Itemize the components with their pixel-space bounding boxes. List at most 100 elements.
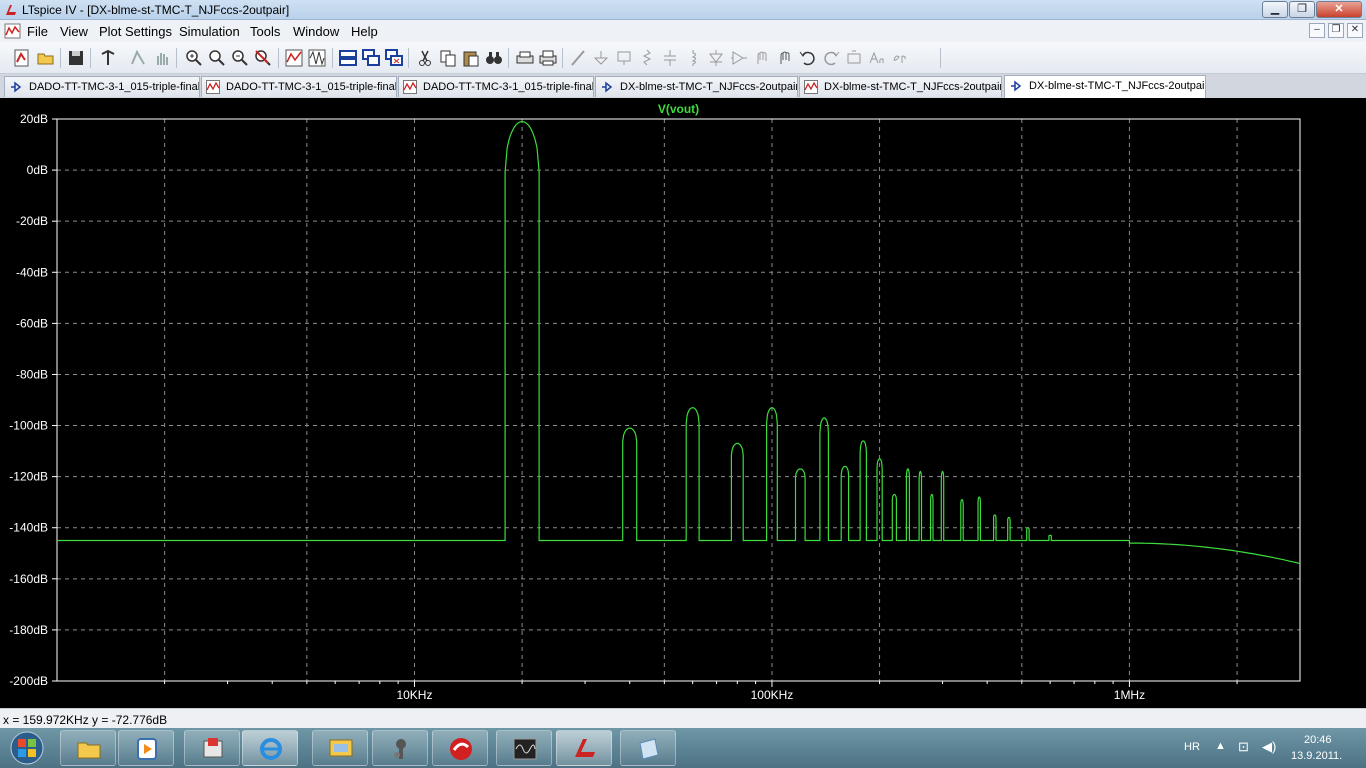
y-tick-label: -180dB	[9, 623, 48, 637]
zoom-cancel-icon[interactable]	[253, 48, 273, 68]
copy-icon[interactable]	[438, 48, 458, 68]
open-icon[interactable]	[36, 48, 56, 68]
y-tick-label: -20dB	[16, 214, 48, 228]
cut-icon[interactable]	[415, 48, 435, 68]
clock-time[interactable]: 20:46	[1304, 734, 1332, 746]
taskbar-app-6[interactable]	[372, 730, 428, 766]
inductor-icon[interactable]	[683, 48, 703, 68]
tab-dx-schematic-1[interactable]: DX-blme-st-TMC-T_NJFccs-2outpair	[595, 76, 798, 97]
close-button[interactable]: ✕	[1316, 1, 1362, 18]
tile-horizontal-icon[interactable]	[338, 48, 358, 68]
undo-icon[interactable]	[798, 48, 818, 68]
schematic-icon	[1011, 80, 1022, 92]
menu-view[interactable]: View	[60, 24, 88, 39]
spectrum-trace	[57, 120, 1301, 565]
document-tab-bar: DADO-TT-TMC-3-1_015-triple-final DADO-TT…	[0, 74, 1366, 98]
taskbar-app-8[interactable]	[496, 730, 552, 766]
autorange-icon[interactable]	[284, 48, 304, 68]
menu-tools[interactable]: Tools	[250, 24, 280, 39]
oscilloscope-icon	[513, 738, 537, 760]
label-icon[interactable]	[614, 48, 634, 68]
y-tick-label: -200dB	[9, 674, 48, 688]
taskbar-ltspice[interactable]	[556, 730, 612, 766]
find-icon[interactable]	[484, 48, 504, 68]
cascade-icon[interactable]	[361, 48, 381, 68]
paste-icon[interactable]	[461, 48, 481, 68]
disc-icon	[450, 738, 472, 760]
tab-dado-schematic[interactable]: DADO-TT-TMC-3-1_015-triple-final	[4, 76, 200, 97]
taskbar-app-5[interactable]	[312, 730, 368, 766]
taskbar-app-7[interactable]	[432, 730, 488, 766]
y-tick-label: -80dB	[16, 367, 48, 381]
menu-simulation[interactable]: Simulation	[179, 24, 240, 39]
menu-help[interactable]: Help	[351, 24, 378, 39]
waveform-icon	[403, 80, 417, 94]
control-panel-icon[interactable]	[98, 48, 118, 68]
trace-label: V(vout)	[658, 102, 699, 116]
rotate-icon[interactable]	[844, 48, 864, 68]
print-icon[interactable]	[538, 48, 558, 68]
zoom-area-icon[interactable]	[207, 48, 227, 68]
language-indicator[interactable]: HR	[1184, 741, 1200, 753]
close-windows-icon[interactable]	[384, 48, 404, 68]
text-icon[interactable]	[867, 48, 887, 68]
waveform-plot-pane[interactable]: 20dB 0dB -20dB -40dB -60dB -80dB -100dB -120dB -…	[0, 98, 1366, 708]
notepad-icon	[639, 738, 659, 760]
taskbar-media-player[interactable]	[118, 730, 174, 766]
tab-dx-schematic-active[interactable]: DX-blme-st-TMC-T_NJFccs-2outpair	[1004, 75, 1206, 98]
document-menu-icon[interactable]	[4, 23, 21, 39]
drag-icon[interactable]	[775, 48, 795, 68]
ground-icon[interactable]	[591, 48, 611, 68]
mdi-restore-button[interactable]: ❐	[1328, 23, 1344, 38]
capacitor-icon[interactable]	[660, 48, 680, 68]
zoom-in-icon[interactable]	[184, 48, 204, 68]
halt-icon[interactable]	[152, 48, 172, 68]
zoom-out-icon[interactable]	[230, 48, 250, 68]
taskbar-app-10[interactable]	[620, 730, 676, 766]
spice-directive-icon[interactable]	[890, 48, 910, 68]
installer-icon	[203, 738, 223, 758]
y-tick-label: -120dB	[9, 470, 48, 484]
menu-plot-settings[interactable]: Plot Settings	[99, 24, 172, 39]
run-icon[interactable]	[128, 48, 148, 68]
spectrum-chart[interactable]: 20dB 0dB -20dB -40dB -60dB -80dB -100dB -120dB -…	[0, 98, 1366, 708]
component-icon[interactable]	[729, 48, 749, 68]
tab-dado-waveform-1[interactable]: DADO-TT-TMC-3-1_015-triple-final	[201, 76, 397, 97]
show-hidden-icons-icon[interactable]: ▲	[1215, 740, 1226, 752]
resistor-icon[interactable]	[637, 48, 657, 68]
volume-icon[interactable]: ◀)	[1262, 739, 1276, 755]
redo-icon[interactable]	[821, 48, 841, 68]
status-bar: x = 159.972KHz y = -72.776dB	[0, 708, 1366, 728]
move-icon[interactable]	[752, 48, 772, 68]
waveform-icon	[804, 80, 818, 94]
taskbar-app-3[interactable]	[184, 730, 240, 766]
menu-window[interactable]: Window	[293, 24, 339, 39]
x-tick-label: 100KHz	[751, 688, 794, 702]
taskbar-explorer[interactable]	[60, 730, 116, 766]
wire-icon[interactable]	[568, 48, 588, 68]
start-button[interactable]	[3, 730, 51, 766]
print-setup-icon[interactable]	[515, 48, 535, 68]
mdi-close-button[interactable]: ✕	[1347, 23, 1363, 38]
tab-dx-waveform[interactable]: DX-blme-st-TMC-T_NJFccs-2outpair	[799, 76, 1002, 97]
y-tick-label: -60dB	[16, 316, 48, 330]
tab-dado-waveform-2[interactable]: DADO-TT-TMC-3-1_015-triple-final	[398, 76, 594, 97]
ltspice-icon	[575, 739, 595, 757]
save-icon[interactable]	[66, 48, 86, 68]
clock-date[interactable]: 13.9.2011.	[1291, 750, 1342, 762]
y-tick-label: -100dB	[9, 419, 48, 433]
menu-file[interactable]: File	[27, 24, 48, 39]
network-icon[interactable]: ⊡	[1238, 739, 1249, 755]
waveform-icon[interactable]	[307, 48, 327, 68]
maximize-button[interactable]: ❐	[1289, 1, 1315, 18]
toolbar	[0, 42, 1366, 74]
new-schematic-icon[interactable]	[12, 48, 32, 68]
minimize-button[interactable]: ▁	[1262, 1, 1288, 18]
plot-frame	[56, 118, 1301, 682]
window-title: LTspice IV - [DX-blme-st-TMC-T_NJFccs-2o…	[22, 3, 290, 17]
windows-taskbar: HR ▲ ⊡ ◀) 20:46 13.9.2011.	[0, 728, 1366, 768]
diode-icon[interactable]	[706, 48, 726, 68]
internet-explorer-icon	[260, 738, 282, 760]
mdi-minimize-button[interactable]: –	[1309, 23, 1325, 38]
taskbar-internet-explorer[interactable]	[242, 730, 298, 766]
